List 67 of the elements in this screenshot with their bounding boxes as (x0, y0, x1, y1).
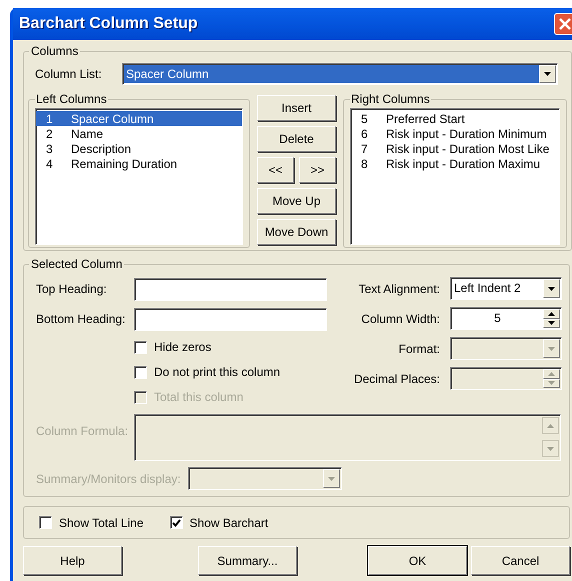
group-title: Selected Column (30, 256, 124, 273)
field-label: Top Heading: (35, 281, 108, 298)
list-item[interactable]: 4 Remaining Duration (36, 156, 242, 171)
dialog-button[interactable]: Insert (257, 95, 336, 121)
column-list-dropdown[interactable]: Spacer Column (122, 63, 558, 85)
dialog-button[interactable]: >> (299, 157, 336, 183)
checkbox[interactable] (134, 340, 147, 354)
group-title: Right Columns (350, 91, 431, 108)
checkbox-option[interactable]: Show Total Line (39, 514, 144, 532)
down-arrow-icon (544, 72, 551, 76)
dialog-button[interactable]: Cancel (471, 546, 570, 575)
column-width-field[interactable]: 5 (450, 307, 562, 330)
dialog-button[interactable]: << (257, 157, 294, 183)
list-item[interactable]: 8 Risk input - Duration Maximu (351, 156, 559, 171)
dialog-button[interactable]: Move Down (257, 219, 336, 245)
field-label: Text Alignment: (358, 280, 441, 298)
list-item[interactable]: 7 Risk input - Duration Most Like (351, 141, 559, 156)
spin-up-button[interactable] (543, 309, 560, 318)
dropdown-button[interactable] (539, 65, 556, 83)
dialog-button[interactable]: Delete (257, 126, 336, 152)
field-value: 5 (493, 310, 502, 327)
up-arrow-icon (548, 312, 555, 316)
checkbox[interactable] (170, 516, 183, 529)
down-arrow-icon (548, 381, 555, 386)
down-arrow-icon (548, 346, 555, 350)
down-arrow-icon (548, 321, 555, 326)
dialog-button[interactable]: OK (368, 546, 467, 575)
close-icon (559, 18, 571, 30)
dialog-button[interactable]: Summary... (198, 546, 297, 575)
checkbox[interactable] (39, 516, 52, 529)
checkbox-option[interactable]: Hide zeros (134, 338, 338, 356)
window-title: Barchart Column Setup (19, 14, 198, 34)
list-box[interactable]: 5 Preferred Start 6 Risk input - Duration Minimum 7 Risk input - Duration Most Like 8 Risk input - Duration Maximu (350, 108, 560, 245)
text-alignment-dropdown[interactable]: Left Indent 2 (450, 277, 562, 300)
field-label: Summary/Monitors display: (35, 470, 182, 488)
check-icon (172, 518, 181, 526)
list-box[interactable]: 1 Spacer Column 2 Name 3 Description 4 Remaining Duration (35, 108, 243, 245)
list-item[interactable]: 1 Spacer Column (36, 111, 242, 126)
list-item[interactable]: 5 Preferred Start (351, 111, 559, 126)
checkbox[interactable] (134, 366, 147, 378)
group-title: Columns (30, 43, 80, 60)
field-label: Format: (398, 340, 441, 358)
field-label: Decimal Places: (352, 370, 441, 388)
down-arrow-icon (328, 476, 335, 480)
list-item[interactable]: 6 Risk input - Duration Minimum (351, 126, 559, 141)
summary-display-dropdown[interactable] (188, 467, 342, 490)
dialog-button[interactable]: Help (23, 546, 122, 575)
list-item[interactable]: 3 Description (36, 141, 242, 156)
group-title: Left Columns (35, 91, 108, 108)
up-arrow-icon (548, 372, 555, 376)
field-label: Bottom Heading: (35, 311, 126, 328)
close-button[interactable] (554, 13, 572, 35)
down-arrow-icon (548, 286, 555, 290)
dropdown-value: Spacer Column (124, 65, 539, 83)
up-arrow-icon (547, 424, 554, 428)
dialog-button[interactable]: Move Up (257, 188, 336, 214)
list-item[interactable]: 2 Name (36, 126, 242, 141)
top-heading-field[interactable] (134, 278, 327, 300)
down-arrow-icon (547, 446, 554, 450)
bottom-heading-field[interactable] (134, 308, 327, 330)
dropdown-button[interactable] (543, 279, 560, 298)
checkbox-option[interactable]: Show Barchart (170, 514, 268, 532)
field-label: Column Formula: (35, 423, 130, 440)
checkbox-option[interactable]: Do not print this column (134, 363, 338, 381)
field-label: Column List: (34, 66, 103, 83)
field-label: Column Width: (360, 310, 441, 328)
dropdown-value: Left Indent 2 (453, 280, 522, 297)
